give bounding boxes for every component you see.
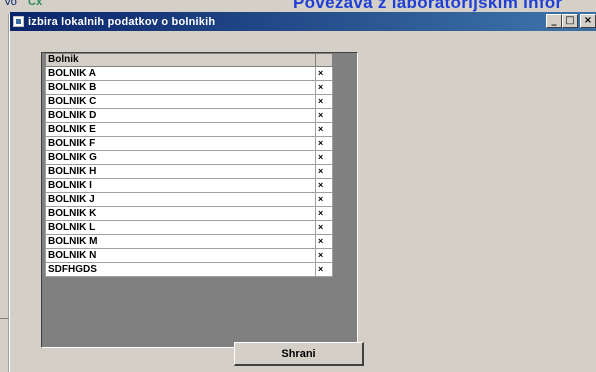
delete-icon[interactable]: × — [315, 234, 333, 249]
table-row[interactable]: BOLNIK E × — [45, 122, 333, 137]
delete-icon[interactable]: × — [315, 220, 333, 235]
delete-icon[interactable]: × — [315, 136, 333, 151]
table-row[interactable]: BOLNIK J × — [45, 192, 333, 207]
patient-name-cell[interactable]: BOLNIK K — [45, 206, 316, 221]
table-row[interactable]: BOLNIK N × — [45, 248, 333, 263]
patient-name-cell[interactable]: BOLNIK E — [45, 122, 316, 137]
patient-name-cell[interactable]: BOLNIK J — [45, 192, 316, 207]
table-row[interactable]: BOLNIK F × — [45, 136, 333, 151]
table-row[interactable]: BOLNIK K × — [45, 206, 333, 221]
delete-icon[interactable]: × — [315, 248, 333, 263]
delete-icon[interactable]: × — [315, 66, 333, 81]
window-controls: _ □ × — [546, 14, 596, 28]
minimize-button[interactable]: _ — [546, 14, 562, 28]
delete-icon[interactable]: × — [315, 94, 333, 109]
window-titlebar[interactable]: izbira lokalnih podatkov o bolnikih _ □ … — [10, 12, 596, 31]
patient-select-window: izbira lokalnih podatkov o bolnikih _ □ … — [10, 12, 596, 372]
delete-icon[interactable]: × — [315, 108, 333, 123]
delete-icon[interactable]: × — [315, 178, 333, 193]
patient-name-cell[interactable]: BOLNIK G — [45, 150, 316, 165]
table-row[interactable]: BOLNIK H × — [45, 164, 333, 179]
background-left-text-2: Cx — [28, 0, 43, 8]
delete-icon[interactable]: × — [315, 262, 333, 277]
patient-name-cell[interactable]: BOLNIK B — [45, 80, 316, 95]
table-row[interactable]: BOLNIK B × — [45, 80, 333, 95]
patient-name-cell[interactable]: BOLNIK A — [45, 66, 316, 81]
patient-table: Bolnik BOLNIK A × BOLNIK B × BOLNIK C × BOL… — [45, 53, 333, 277]
patient-name-cell[interactable]: SDFHGDS — [45, 262, 316, 277]
table-header-row: Bolnik — [45, 53, 333, 67]
table-row[interactable]: BOLNIK C × — [45, 94, 333, 109]
patient-name-cell[interactable]: BOLNIK C — [45, 94, 316, 109]
window-title: izbira lokalnih podatkov o bolnikih — [28, 15, 216, 28]
save-button[interactable]: Shrani — [234, 342, 364, 366]
table-row[interactable]: BOLNIK G × — [45, 150, 333, 165]
delete-icon[interactable]: × — [315, 164, 333, 179]
table-row[interactable]: BOLNIK L × — [45, 220, 333, 235]
app-icon — [13, 16, 24, 27]
delete-icon[interactable]: × — [315, 150, 333, 165]
patient-name-cell[interactable]: BOLNIK I — [45, 178, 316, 193]
patient-name-cell[interactable]: BOLNIK N — [45, 248, 316, 263]
background-divider-notch — [0, 318, 9, 319]
table-row[interactable]: BOLNIK I × — [45, 178, 333, 193]
patient-grid[interactable]: Bolnik BOLNIK A × BOLNIK B × BOLNIK C × BOL… — [41, 52, 358, 348]
table-row[interactable]: BOLNIK A × — [45, 66, 333, 81]
column-header-action[interactable] — [315, 53, 333, 67]
close-button[interactable]: × — [580, 14, 596, 28]
patient-name-cell[interactable]: BOLNIK M — [45, 234, 316, 249]
patient-name-cell[interactable]: BOLNIK F — [45, 136, 316, 151]
delete-icon[interactable]: × — [315, 192, 333, 207]
delete-icon[interactable]: × — [315, 122, 333, 137]
patient-name-cell[interactable]: BOLNIK D — [45, 108, 316, 123]
background-left-text: Vo — [4, 0, 17, 8]
delete-icon[interactable]: × — [315, 80, 333, 95]
delete-icon[interactable]: × — [315, 206, 333, 221]
table-row[interactable]: SDFHGDS × — [45, 262, 333, 277]
table-row[interactable]: BOLNIK M × — [45, 234, 333, 249]
patient-name-cell[interactable]: BOLNIK L — [45, 220, 316, 235]
table-row[interactable]: BOLNIK D × — [45, 108, 333, 123]
maximize-button[interactable]: □ — [562, 14, 578, 28]
patient-name-cell[interactable]: BOLNIK H — [45, 164, 316, 179]
column-header-patient[interactable]: Bolnik — [45, 53, 316, 67]
